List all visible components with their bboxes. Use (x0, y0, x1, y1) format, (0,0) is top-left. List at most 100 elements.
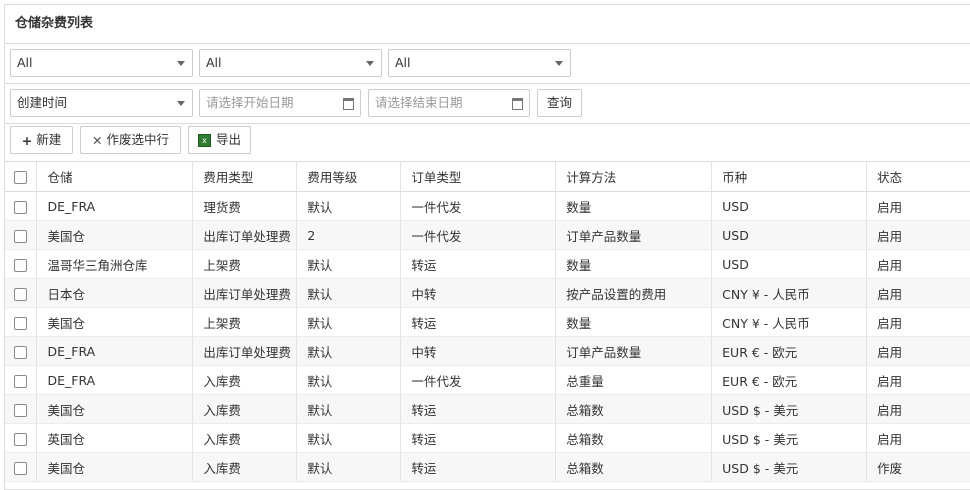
row-checkbox[interactable] (14, 461, 27, 475)
table-header-row: 仓储 费用类型 费用等级 订单类型 计算方法 币种 状态 (5, 161, 970, 192)
order-type-select[interactable]: All (388, 49, 571, 77)
warehouse-select-value: All (17, 55, 33, 70)
row-checkbox[interactable] (14, 374, 27, 388)
cell-fee-type: 上架费 (192, 249, 298, 279)
filter-row-2: 创建时间 请选择开始日期 请选择结束日期 查询 (5, 84, 970, 124)
cell-status: 启用 (866, 278, 970, 308)
cell-calc-method: 数量 (555, 307, 713, 337)
col-header-status[interactable]: 状态 (866, 161, 970, 192)
row-select-cell (5, 365, 38, 395)
cell-warehouse: 美国仓 (36, 394, 194, 424)
cell-order-type: 中转 (400, 336, 557, 366)
cell-calc-method: 总箱数 (555, 452, 713, 482)
warehouse-select[interactable]: All (10, 49, 193, 77)
row-checkbox[interactable] (14, 345, 27, 359)
chevron-down-icon (555, 61, 563, 66)
cell-fee-type: 出库订单处理费 (192, 220, 298, 250)
cell-currency: USD (711, 220, 868, 250)
cell-calc-method: 总箱数 (555, 423, 713, 453)
select-all-checkbox[interactable] (14, 171, 27, 184)
date-field-select[interactable]: 创建时间 (10, 89, 193, 117)
cell-order-type: 一件代发 (400, 220, 557, 250)
cell-status: 启用 (866, 365, 970, 395)
fee-type-select[interactable]: All (199, 49, 382, 77)
col-header-fee-type[interactable]: 费用类型 (192, 161, 298, 192)
cell-fee-level: 默认 (296, 278, 402, 308)
row-checkbox[interactable] (14, 403, 27, 417)
start-date-placeholder: 请选择开始日期 (206, 95, 294, 110)
cell-calc-method: 订单产品数量 (555, 220, 713, 250)
cell-fee-level: 默认 (296, 191, 402, 221)
export-button[interactable]: x 导出 (188, 126, 251, 154)
filter-row-1: All All All (5, 44, 970, 84)
cell-currency: USD $ - 美元 (711, 394, 868, 424)
row-checkbox[interactable] (14, 316, 27, 330)
cell-order-type: 转运 (400, 394, 557, 424)
table-row[interactable]: 英国仓 入库费 默认 转运 总箱数 USD $ - 美元 启用 (5, 423, 970, 453)
void-selected-button[interactable]: ✕ 作废选中行 (80, 126, 181, 154)
cell-calc-method: 订单产品数量 (555, 336, 713, 366)
calendar-icon[interactable] (343, 98, 354, 110)
panel-title: 仓储杂费列表 (5, 5, 970, 44)
table-row[interactable]: DE_FRA 入库费 默认 一件代发 总重量 EUR € - 欧元 启用 (5, 365, 970, 395)
cell-calc-method: 数量 (555, 191, 713, 221)
row-checkbox[interactable] (14, 200, 27, 214)
col-header-currency[interactable]: 币种 (711, 161, 868, 192)
row-select-cell (5, 278, 38, 308)
new-button[interactable]: + 新建 (10, 126, 73, 154)
search-button[interactable]: 查询 (537, 89, 582, 117)
cell-warehouse: 美国仓 (36, 220, 194, 250)
cell-calc-method: 总箱数 (555, 394, 713, 424)
cell-warehouse: 美国仓 (36, 452, 194, 482)
cell-status: 启用 (866, 336, 970, 366)
col-header-order-type[interactable]: 订单类型 (400, 161, 557, 192)
cell-currency: USD (711, 249, 868, 279)
row-checkbox[interactable] (14, 287, 27, 301)
table-row[interactable]: 日本仓 出库订单处理费 默认 中转 按产品设置的费用 CNY ¥ - 人民币 启… (5, 278, 970, 308)
cell-fee-level: 默认 (296, 394, 402, 424)
table-row[interactable]: 温哥华三角洲仓库 上架费 默认 转运 数量 USD 启用 (5, 249, 970, 279)
col-header-calc-method[interactable]: 计算方法 (555, 161, 713, 192)
plus-icon: + (21, 132, 33, 148)
cell-order-type: 一件代发 (400, 365, 557, 395)
row-checkbox[interactable] (14, 258, 27, 272)
table-row[interactable]: 美国仓 上架费 默认 转运 数量 CNY ¥ - 人民币 启用 (5, 307, 970, 337)
void-selected-label: 作废选中行 (106, 132, 169, 147)
start-date-input[interactable]: 请选择开始日期 (199, 89, 361, 117)
fee-table: 仓储 费用类型 费用等级 订单类型 计算方法 币种 状态 DE_FRA 理货费 … (5, 161, 970, 482)
cell-status: 启用 (866, 394, 970, 424)
fee-type-select-value: All (206, 55, 222, 70)
row-checkbox[interactable] (14, 229, 27, 243)
table-row[interactable]: DE_FRA 理货费 默认 一件代发 数量 USD 启用 (5, 191, 970, 221)
cell-currency: CNY ¥ - 人民币 (711, 278, 868, 308)
row-select-cell (5, 336, 38, 366)
cell-fee-type: 入库费 (192, 394, 298, 424)
end-date-placeholder: 请选择结束日期 (375, 95, 463, 110)
close-icon: ✕ (92, 132, 103, 148)
cell-status: 启用 (866, 191, 970, 221)
row-checkbox[interactable] (14, 432, 27, 446)
table-row[interactable]: 美国仓 入库费 默认 转运 总箱数 USD $ - 美元 启用 (5, 394, 970, 424)
cell-fee-type: 入库费 (192, 423, 298, 453)
table-row[interactable]: DE_FRA 出库订单处理费 默认 中转 订单产品数量 EUR € - 欧元 启… (5, 336, 970, 366)
table-row[interactable]: 美国仓 入库费 默认 转运 总箱数 USD $ - 美元 作废 (5, 452, 970, 482)
col-header-fee-level[interactable]: 费用等级 (296, 161, 402, 192)
cell-order-type: 一件代发 (400, 191, 557, 221)
cell-warehouse: 日本仓 (36, 278, 194, 308)
order-type-select-value: All (395, 55, 411, 70)
excel-icon: x (197, 134, 211, 147)
cell-currency: USD $ - 美元 (711, 423, 868, 453)
table-row[interactable]: 美国仓 出库订单处理费 2 一件代发 订单产品数量 USD 启用 (5, 220, 970, 250)
row-select-cell (5, 423, 38, 453)
chevron-down-icon (177, 61, 185, 66)
cell-fee-level: 默认 (296, 336, 402, 366)
cell-fee-level: 默认 (296, 307, 402, 337)
calendar-icon[interactable] (512, 98, 523, 110)
cell-fee-type: 出库订单处理费 (192, 278, 298, 308)
cell-fee-type: 入库费 (192, 365, 298, 395)
end-date-input[interactable]: 请选择结束日期 (368, 89, 530, 117)
col-header-warehouse[interactable]: 仓储 (36, 161, 194, 192)
cell-status: 启用 (866, 307, 970, 337)
cell-warehouse: DE_FRA (36, 336, 194, 366)
cell-fee-type: 入库费 (192, 452, 298, 482)
